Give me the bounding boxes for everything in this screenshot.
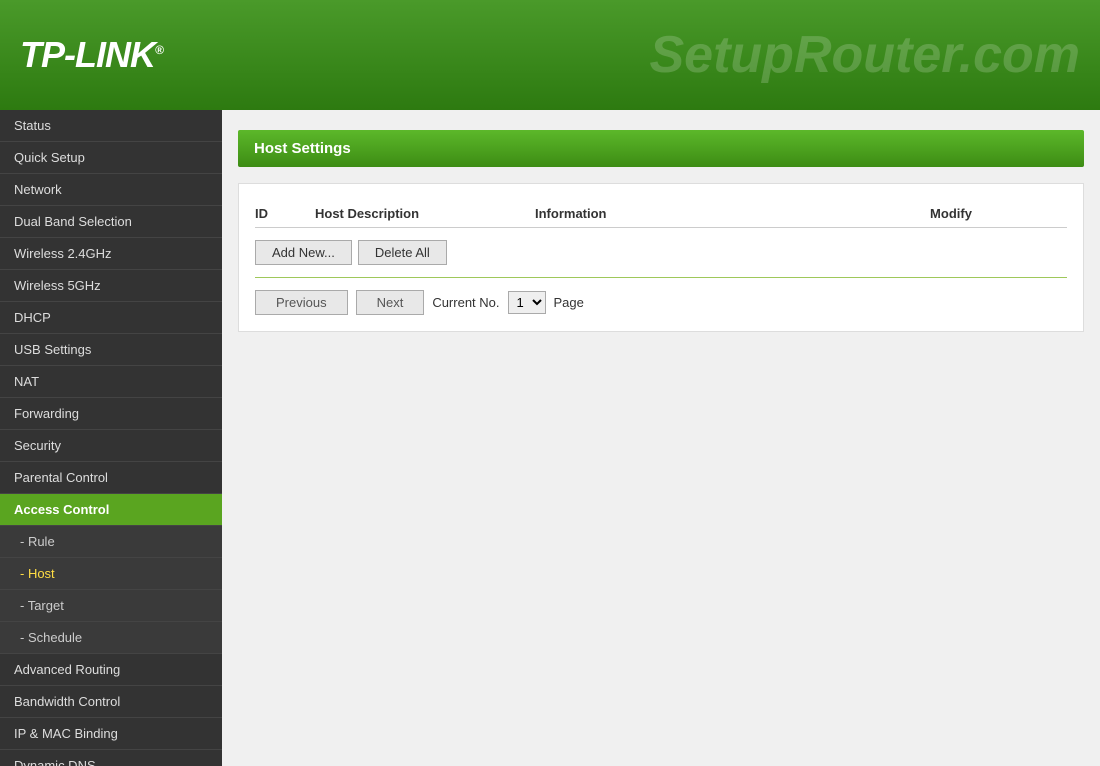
previous-button[interactable]: Previous [255,290,348,315]
sidebar-item-dynamic-dns[interactable]: Dynamic DNS [0,750,222,766]
delete-all-button[interactable]: Delete All [358,240,447,265]
sidebar-item-wireless-5[interactable]: Wireless 5GHz [0,270,222,302]
sidebar-item-target[interactable]: - Target [0,590,222,622]
page-label: Page [554,295,584,310]
sidebar-item-rule[interactable]: - Rule [0,526,222,558]
sidebar-item-host[interactable]: - Host [0,558,222,590]
sidebar-item-access-control[interactable]: Access Control [0,494,222,526]
pagination: Previous Next Current No. 1 Page [255,290,1067,315]
sidebar-item-status[interactable]: Status [0,110,222,142]
header: TP-LINK® SetupRouter.com [0,0,1100,110]
sidebar-item-wireless-24[interactable]: Wireless 2.4GHz [0,238,222,270]
table-buttons: Add New... Delete All [255,240,1067,265]
col-header-id: ID [255,206,315,221]
sidebar-item-dual-band[interactable]: Dual Band Selection [0,206,222,238]
logo: TP-LINK® [20,34,163,76]
logo-dot: ® [155,43,163,57]
table-header: ID Host Description Information Modify [255,200,1067,228]
sidebar-item-security[interactable]: Security [0,430,222,462]
sidebar-item-parental-control[interactable]: Parental Control [0,462,222,494]
col-header-info: Information [535,206,835,221]
sidebar-item-quick-setup[interactable]: Quick Setup [0,142,222,174]
add-new-button[interactable]: Add New... [255,240,352,265]
sidebar-item-bandwidth-control[interactable]: Bandwidth Control [0,686,222,718]
col-header-desc: Host Description [315,206,535,221]
table-area: ID Host Description Information Modify A… [238,183,1084,332]
section-header: Host Settings [238,130,1084,167]
next-button[interactable]: Next [356,290,425,315]
col-header-modify: Modify [835,206,1067,221]
section-title: Host Settings [254,140,351,157]
current-label: Current No. [432,295,499,310]
logo-text: TP-LINK [20,34,155,75]
sidebar-item-nat[interactable]: NAT [0,366,222,398]
sidebar-item-advanced-routing[interactable]: Advanced Routing [0,654,222,686]
watermark: SetupRouter.com [650,25,1081,85]
sidebar: StatusQuick SetupNetworkDual Band Select… [0,110,222,766]
sidebar-item-dhcp[interactable]: DHCP [0,302,222,334]
page-select[interactable]: 1 [508,291,546,314]
table-divider [255,277,1067,278]
sidebar-item-schedule[interactable]: - Schedule [0,622,222,654]
main-layout: StatusQuick SetupNetworkDual Band Select… [0,110,1100,766]
sidebar-item-ip-mac-binding[interactable]: IP & MAC Binding [0,718,222,750]
content-area: Host Settings ID Host Description Inform… [222,110,1100,766]
sidebar-item-forwarding[interactable]: Forwarding [0,398,222,430]
sidebar-item-network[interactable]: Network [0,174,222,206]
sidebar-item-usb-settings[interactable]: USB Settings [0,334,222,366]
